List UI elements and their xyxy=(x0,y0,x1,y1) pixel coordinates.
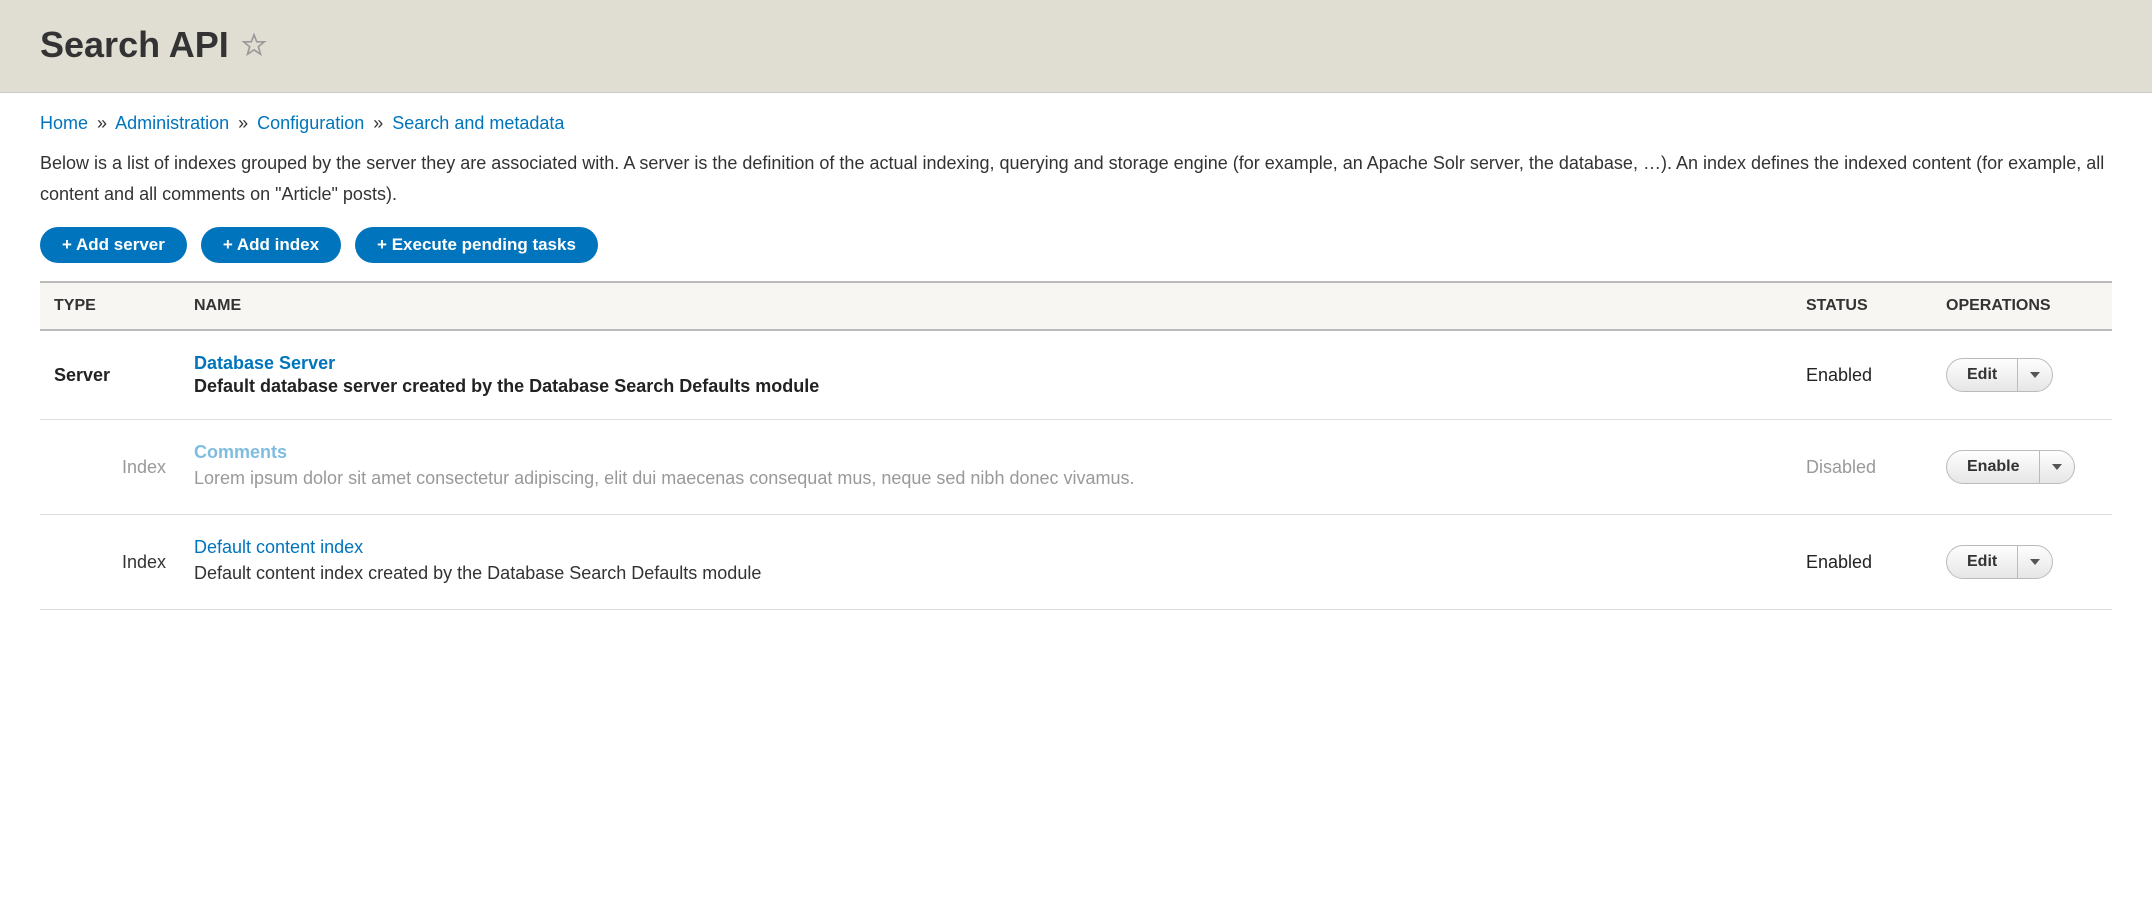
chevron-down-icon xyxy=(2030,372,2040,378)
row-name-cell: Comments Lorem ipsum dolor sit amet cons… xyxy=(180,420,1792,515)
chevron-down-icon xyxy=(2052,464,2062,470)
add-server-button[interactable]: + Add server xyxy=(40,227,187,263)
breadcrumb-link-home[interactable]: Home xyxy=(40,113,88,133)
operation-button[interactable]: Edit xyxy=(1947,546,2018,578)
operation-dropdown-toggle[interactable] xyxy=(2040,451,2074,483)
row-type: Index xyxy=(40,420,180,515)
actions-bar: + Add server + Add index + Execute pendi… xyxy=(40,227,2112,263)
row-operations: Edit xyxy=(1932,515,2112,610)
row-type: Index xyxy=(40,515,180,610)
execute-pending-tasks-button[interactable]: + Execute pending tasks xyxy=(355,227,598,263)
star-icon[interactable] xyxy=(241,32,267,58)
entity-description: Lorem ipsum dolor sit amet consectetur a… xyxy=(194,465,1778,492)
entity-description: Default database server created by the D… xyxy=(194,376,1778,397)
breadcrumb-sep: » xyxy=(369,113,387,133)
table-row: Index Default content index Default cont… xyxy=(40,515,2112,610)
entity-link[interactable]: Comments xyxy=(194,442,287,462)
breadcrumb-sep: » xyxy=(234,113,252,133)
breadcrumb-sep: » xyxy=(93,113,111,133)
operation-dropdown-toggle[interactable] xyxy=(2018,546,2052,578)
operation-button[interactable]: Enable xyxy=(1947,451,2040,483)
entity-description: Default content index created by the Dat… xyxy=(194,560,1778,587)
breadcrumb: Home » Administration » Configuration » … xyxy=(40,113,2112,134)
add-index-button[interactable]: + Add index xyxy=(201,227,341,263)
page-title: Search API xyxy=(40,24,229,66)
breadcrumb-link-administration[interactable]: Administration xyxy=(115,113,229,133)
page-description: Below is a list of indexes grouped by th… xyxy=(40,148,2112,209)
content-region: Home » Administration » Configuration » … xyxy=(0,93,2152,640)
table-row: Index Comments Lorem ipsum dolor sit ame… xyxy=(40,420,2112,515)
row-status: Enabled xyxy=(1792,515,1932,610)
breadcrumb-link-configuration[interactable]: Configuration xyxy=(257,113,364,133)
row-status: Disabled xyxy=(1792,420,1932,515)
col-header-status: STATUS xyxy=(1792,282,1932,330)
row-name-cell: Database Server Default database server … xyxy=(180,330,1792,420)
chevron-down-icon xyxy=(2030,559,2040,565)
operation-button[interactable]: Edit xyxy=(1947,359,2018,391)
table-row: Server Database Server Default database … xyxy=(40,330,2112,420)
breadcrumb-link-search-metadata[interactable]: Search and metadata xyxy=(392,113,564,133)
row-operations: Enable xyxy=(1932,420,2112,515)
entity-link[interactable]: Database Server xyxy=(194,353,335,373)
row-type: Server xyxy=(40,330,180,420)
operation-dropdown-toggle[interactable] xyxy=(2018,359,2052,391)
col-header-type: TYPE xyxy=(40,282,180,330)
row-name-cell: Default content index Default content in… xyxy=(180,515,1792,610)
col-header-name: NAME xyxy=(180,282,1792,330)
row-operations: Edit xyxy=(1932,330,2112,420)
header-region: Search API xyxy=(0,0,2152,93)
row-status: Enabled xyxy=(1792,330,1932,420)
col-header-operations: OPERATIONS xyxy=(1932,282,2112,330)
entity-link[interactable]: Default content index xyxy=(194,537,363,557)
indexes-table: TYPE NAME STATUS OPERATIONS Server Datab… xyxy=(40,281,2112,610)
